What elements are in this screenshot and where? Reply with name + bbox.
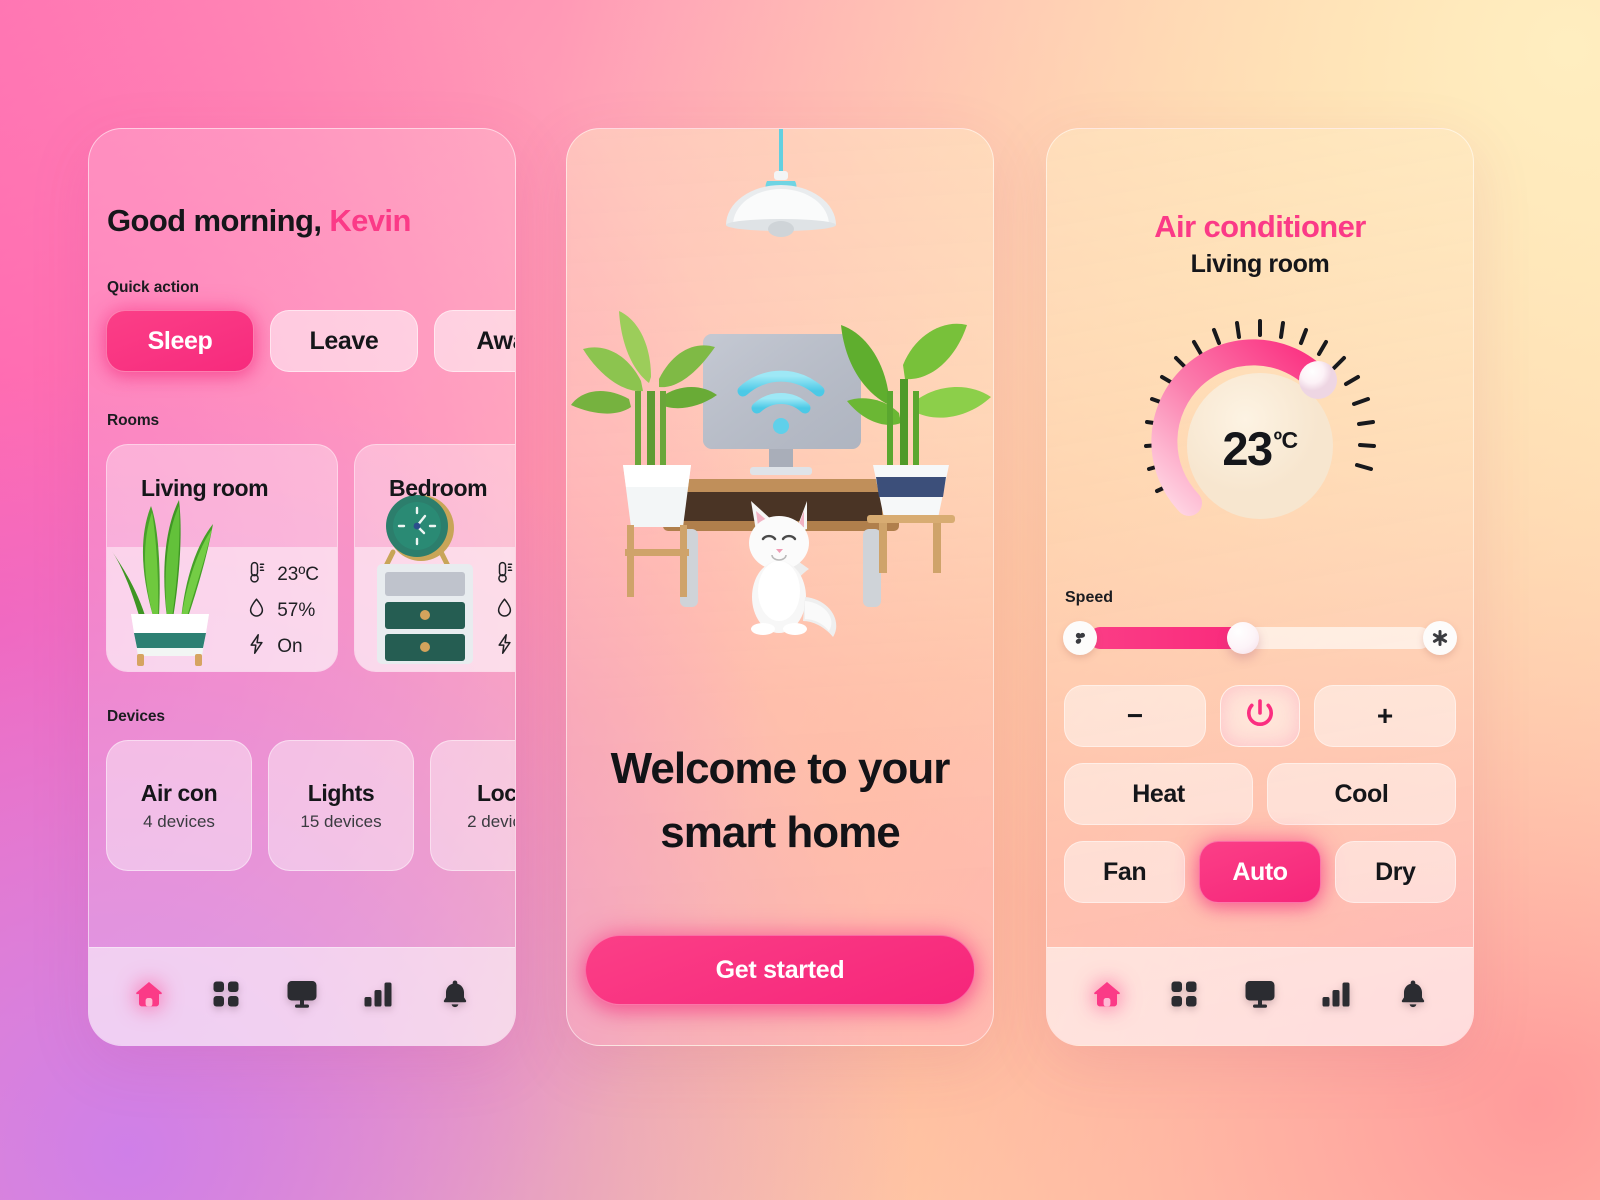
grid-icon bbox=[212, 980, 240, 1013]
quick-action-row: Sleep Leave Away bbox=[89, 310, 515, 372]
room-humidity-value: 57% bbox=[277, 600, 316, 621]
ac-mode-row-1: Heat Cool bbox=[1047, 763, 1473, 825]
power-button[interactable] bbox=[1220, 685, 1300, 747]
monitor-icon bbox=[286, 979, 318, 1014]
quick-action-sleep[interactable]: Sleep bbox=[106, 310, 254, 372]
ac-title: Air conditioner bbox=[1154, 209, 1366, 244]
speed-fill bbox=[1089, 627, 1243, 649]
water-drop-icon bbox=[247, 597, 267, 625]
nav-item-dashboard[interactable] bbox=[1158, 971, 1210, 1023]
ac-room-subtitle: Living room bbox=[1190, 250, 1330, 278]
room-power-value: On bbox=[277, 636, 303, 657]
room-stat-humidity: 57% bbox=[247, 597, 319, 625]
nav-item-notifications[interactable] bbox=[1387, 971, 1439, 1023]
device-card-air-con[interactable]: Air con 4 devices bbox=[106, 740, 252, 871]
room-name: Living room bbox=[141, 475, 269, 501]
room-card-living-room[interactable]: Living room 23ºC 57% On bbox=[106, 444, 338, 672]
nav-item-devices[interactable] bbox=[1234, 971, 1286, 1023]
quick-action-leave[interactable]: Leave bbox=[270, 310, 418, 372]
room-temperature-value: 23ºC bbox=[277, 564, 319, 585]
bell-icon bbox=[1399, 979, 1427, 1014]
room-stat-temperature: 23ºC bbox=[247, 561, 319, 589]
nav-item-statistics[interactable] bbox=[352, 971, 404, 1023]
room-stat-temperature: 22ºC bbox=[495, 561, 515, 589]
snowflake-icon bbox=[1423, 621, 1457, 655]
temperature-decrease-button[interactable]: − bbox=[1064, 685, 1206, 747]
speed-slider[interactable] bbox=[1047, 621, 1473, 655]
device-title: Air con bbox=[140, 779, 218, 806]
device-card-lights[interactable]: Lights 15 devices bbox=[268, 740, 414, 871]
temperature-increase-button[interactable]: + bbox=[1314, 685, 1456, 747]
device-title: Lock bbox=[476, 779, 516, 806]
power-icon bbox=[1243, 696, 1277, 737]
bar-chart-icon bbox=[363, 980, 393, 1013]
page-title: Good morning, Kevin bbox=[89, 203, 515, 239]
nav-item-devices[interactable] bbox=[276, 971, 328, 1023]
greeting-user-name: Kevin bbox=[329, 203, 411, 238]
devices-label: Devices bbox=[107, 708, 165, 725]
room-name: Bedroom bbox=[389, 475, 488, 501]
speed-thumb[interactable] bbox=[1226, 622, 1259, 654]
welcome-heading-line1: Welcome to your bbox=[610, 744, 951, 793]
monitor-icon bbox=[1244, 979, 1276, 1014]
greeting-prefix: Good morning, bbox=[107, 203, 330, 238]
rooms-row: Living room 23ºC 57% On Bedroom bbox=[89, 444, 515, 672]
device-card-lock[interactable]: Lock 2 devices bbox=[430, 740, 516, 871]
devices-row: Air con 4 devices Lights 15 devices Lock… bbox=[89, 740, 515, 871]
get-started-button[interactable]: Get started bbox=[585, 935, 975, 1005]
lightning-bolt-icon bbox=[247, 633, 267, 661]
welcome-heading-line2: smart home bbox=[660, 808, 900, 858]
room-stat-humidity: 62% bbox=[495, 597, 515, 625]
device-title: Lights bbox=[307, 779, 375, 806]
mode-auto-button[interactable]: Auto bbox=[1199, 841, 1321, 903]
alarm-clock-nightstand-illustration bbox=[365, 476, 485, 671]
dial-temperature-readout: 23ºC bbox=[1110, 421, 1410, 476]
welcome-heading: Welcome to your smart home bbox=[567, 737, 993, 865]
mode-heat-button[interactable]: Heat bbox=[1064, 763, 1253, 825]
temperature-dial[interactable]: 23ºC bbox=[1110, 303, 1410, 553]
mode-fan-button[interactable]: Fan bbox=[1064, 841, 1186, 903]
room-stats: 23ºC 57% On bbox=[247, 561, 319, 661]
nav-item-dashboard[interactable] bbox=[200, 971, 252, 1023]
room-stat-power: On bbox=[495, 633, 515, 661]
home-screen-panel: Good morning, Kevin Quick action Sleep L… bbox=[88, 128, 516, 1046]
device-count: 4 devices bbox=[143, 811, 215, 831]
nav-item-home[interactable] bbox=[123, 971, 175, 1023]
speed-track[interactable] bbox=[1089, 622, 1431, 654]
bottom-navigation-bar bbox=[1047, 947, 1473, 1045]
dial-temperature-unit: ºC bbox=[1273, 427, 1299, 454]
ac-power-controls: − + bbox=[1047, 685, 1473, 747]
nav-item-statistics[interactable] bbox=[1310, 971, 1362, 1023]
ac-mode-row-2: Fan Auto Dry bbox=[1047, 841, 1473, 903]
speed-label: Speed bbox=[1065, 589, 1114, 606]
nav-item-notifications[interactable] bbox=[429, 971, 481, 1023]
bell-icon bbox=[441, 979, 469, 1014]
fan-blade-icon bbox=[1063, 621, 1097, 655]
mode-cool-button[interactable]: Cool bbox=[1267, 763, 1456, 825]
smart-home-illustration bbox=[567, 129, 993, 715]
room-card-bedroom[interactable]: Bedroom 22ºC bbox=[354, 444, 515, 672]
rooms-label: Rooms bbox=[107, 412, 160, 429]
quick-action-label: Quick action bbox=[107, 279, 199, 296]
welcome-screen-panel: Welcome to your smart home Get started bbox=[566, 128, 994, 1046]
nav-item-home[interactable] bbox=[1081, 971, 1133, 1023]
home-icon bbox=[133, 978, 165, 1015]
water-drop-icon bbox=[495, 597, 515, 625]
mode-dry-button[interactable]: Dry bbox=[1334, 841, 1456, 903]
dial-temperature-value: 23 bbox=[1222, 422, 1273, 475]
bar-chart-icon bbox=[1321, 980, 1351, 1013]
bottom-navigation-bar bbox=[89, 947, 515, 1045]
thermometer-icon bbox=[495, 561, 515, 589]
device-count: 15 devices bbox=[300, 811, 382, 831]
air-conditioner-panel: Air conditioner Living room 23ºC Speed −… bbox=[1046, 128, 1474, 1046]
room-stats: 22ºC 62% On bbox=[495, 561, 515, 661]
lightning-bolt-icon bbox=[495, 633, 515, 661]
quick-action-away[interactable]: Away bbox=[434, 310, 515, 372]
home-icon bbox=[1091, 978, 1123, 1015]
grid-icon bbox=[1170, 980, 1198, 1013]
room-stat-power: On bbox=[247, 633, 319, 661]
thermometer-icon bbox=[247, 561, 267, 589]
device-count: 2 devices bbox=[467, 811, 515, 831]
